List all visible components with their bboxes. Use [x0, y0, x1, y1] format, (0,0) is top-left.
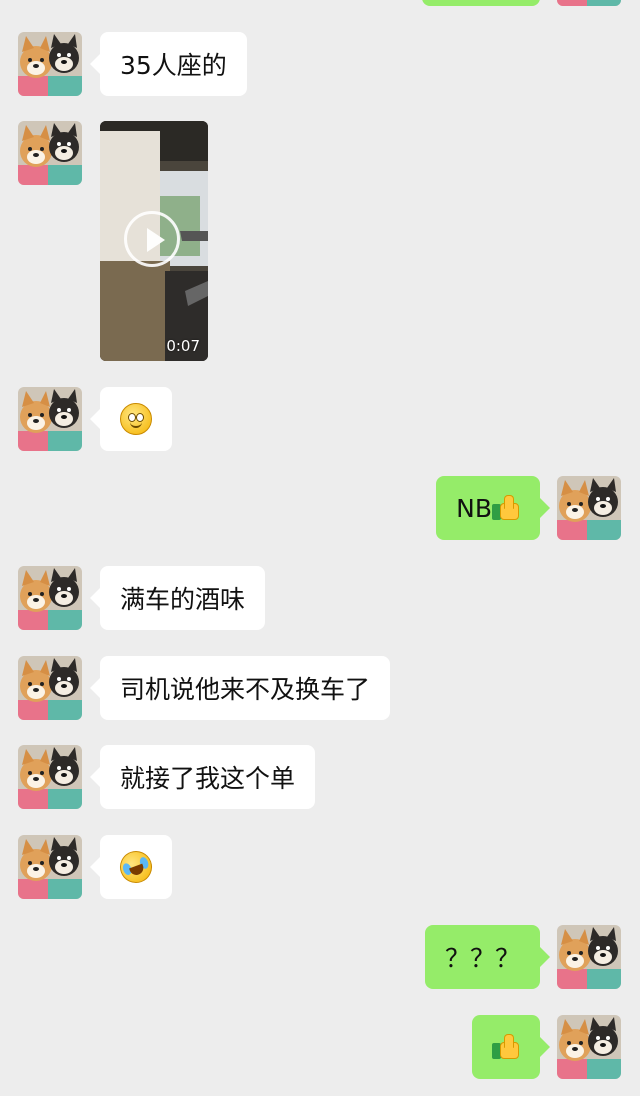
- avatar[interactable]: [18, 32, 82, 96]
- message-text: NB: [456, 493, 492, 523]
- shiba-dogs-avatar-image: [18, 121, 82, 185]
- shiba-dogs-avatar-image: [557, 0, 621, 6]
- message-bubble[interactable]: [90, 835, 172, 899]
- thumbs-up-icon: [492, 494, 520, 522]
- message-bubble[interactable]: 35人座的: [90, 32, 247, 96]
- shiba-dogs-avatar-image: [18, 32, 82, 96]
- message-bubble[interactable]: ？？？: [424, 925, 551, 989]
- message-bubble[interactable]: 司机说他来不及换车了: [89, 656, 391, 720]
- avatar[interactable]: [18, 121, 82, 185]
- shiba-dogs-avatar-image: [18, 745, 82, 809]
- shiba-dogs-avatar-image: [18, 656, 82, 720]
- avatar[interactable]: [557, 0, 621, 6]
- message-bubble[interactable]: [472, 1015, 550, 1079]
- message-text: 司机说他来不及换车了: [120, 675, 371, 704]
- message-bubble[interactable]: [422, 0, 540, 6]
- play-icon[interactable]: [124, 211, 180, 267]
- shiba-dogs-avatar-image: [18, 566, 82, 630]
- rolling-on-floor-laughing-icon: [115, 846, 157, 888]
- shiba-dogs-avatar-image: [557, 476, 621, 540]
- message-text: 满车的酒味: [120, 585, 246, 614]
- avatar[interactable]: [18, 387, 82, 451]
- video-message[interactable]: 0:07: [100, 121, 208, 361]
- message-bubble[interactable]: 满车的酒味: [89, 566, 266, 630]
- message-bubble[interactable]: [90, 387, 172, 451]
- avatar[interactable]: [557, 1015, 621, 1079]
- avatar[interactable]: [18, 745, 82, 809]
- message-text: 就接了我这个单: [120, 764, 296, 793]
- shiba-dogs-avatar-image: [557, 925, 621, 989]
- chat-message-list[interactable]: 35人座的 0:07 NB 满车的酒味 司机说他来不及换车了 就接了我这个单 ？…: [0, 0, 640, 1096]
- message-bubble[interactable]: 就接了我这个单: [89, 745, 316, 809]
- message-bubble[interactable]: NB: [436, 476, 550, 540]
- avatar[interactable]: [18, 835, 82, 899]
- shiba-dogs-avatar-image: [18, 387, 82, 451]
- avatar[interactable]: [18, 656, 82, 720]
- avatar[interactable]: [557, 925, 621, 989]
- shiba-dogs-avatar-image: [18, 835, 82, 899]
- thumbs-up-icon: [492, 1033, 520, 1061]
- message-text: ？？？: [444, 944, 520, 973]
- message-text: 35人座的: [120, 51, 227, 80]
- avatar[interactable]: [557, 476, 621, 540]
- avatar[interactable]: [18, 566, 82, 630]
- video-duration: 0:07: [166, 337, 200, 355]
- shiba-dogs-avatar-image: [557, 1015, 621, 1079]
- slightly-smiling-face-icon: [120, 403, 152, 435]
